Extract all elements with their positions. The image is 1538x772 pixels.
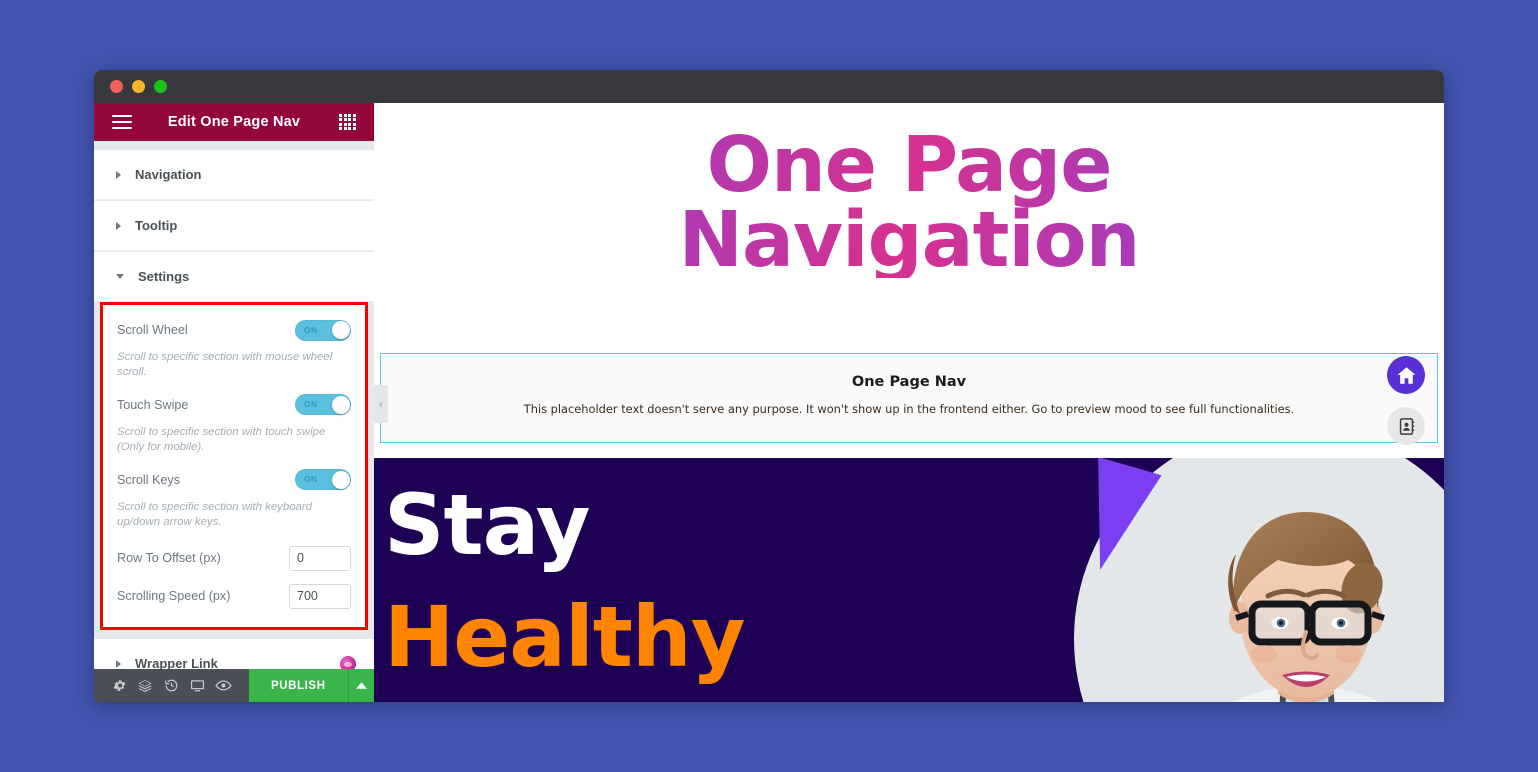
widgets-grid-icon[interactable] bbox=[339, 113, 356, 131]
section-settings[interactable]: Settings bbox=[94, 252, 374, 302]
window-titlebar bbox=[94, 70, 1444, 103]
hamburger-menu-icon[interactable] bbox=[112, 114, 132, 130]
doctor-photo-area bbox=[1046, 458, 1444, 702]
scroll-wheel-toggle[interactable]: ON bbox=[295, 319, 351, 341]
page-title-line-1: One Page bbox=[706, 121, 1112, 210]
widget-title: One Page Nav bbox=[851, 374, 967, 390]
pro-badge-icon[interactable] bbox=[340, 655, 356, 669]
panel-header: Edit One Page Nav bbox=[94, 103, 374, 141]
section-tooltip[interactable]: Tooltip bbox=[94, 201, 374, 251]
field-row-offset: Row To Offset (px) bbox=[117, 539, 351, 577]
chevron-right-icon bbox=[116, 659, 121, 668]
section-label: Navigation bbox=[135, 167, 202, 182]
control-scroll-keys: Scroll Keys ON bbox=[117, 465, 351, 495]
history-revisions-icon[interactable] bbox=[158, 669, 184, 702]
chevron-down-icon bbox=[116, 274, 124, 279]
touch-swipe-toggle[interactable]: ON bbox=[295, 394, 351, 416]
section-divider bbox=[94, 630, 374, 640]
nav-dot-home[interactable] bbox=[1387, 356, 1425, 394]
close-window-button[interactable] bbox=[110, 80, 123, 93]
toggle-knob bbox=[331, 395, 350, 414]
control-label: Touch Swipe bbox=[117, 397, 189, 412]
settings-gear-icon[interactable] bbox=[106, 669, 132, 702]
panel-title: Edit One Page Nav bbox=[167, 114, 301, 130]
panel-footer-toolbar: PUBLISH bbox=[94, 669, 374, 702]
panel-sections: Navigation Tooltip Settings Scroll Wheel bbox=[94, 141, 374, 669]
publish-button[interactable]: PUBLISH bbox=[248, 669, 348, 702]
section-label: Tooltip bbox=[135, 218, 178, 233]
control-description: Scroll to specific section with mouse wh… bbox=[117, 351, 333, 379]
publish-options-chevron-up-icon[interactable] bbox=[347, 669, 374, 702]
chevron-right-icon bbox=[116, 221, 121, 230]
section-label: Wrapper Link bbox=[135, 656, 218, 669]
toggle-state-label: ON bbox=[304, 325, 318, 335]
toggle-knob bbox=[331, 321, 350, 339]
scrolling-speed-input[interactable] bbox=[289, 583, 351, 609]
minimize-window-button[interactable] bbox=[132, 80, 145, 93]
panel-collapse-chevron-left-icon[interactable]: ‹ bbox=[374, 385, 388, 423]
field-label: Scrolling Speed (px) bbox=[117, 589, 231, 604]
home-icon bbox=[1397, 366, 1415, 384]
row-to-offset-input[interactable] bbox=[289, 545, 351, 571]
browser-window: Edit One Page Nav Navigation Tooltip Set… bbox=[94, 70, 1444, 702]
field-row-speed: Scrolling Speed (px) bbox=[117, 577, 351, 615]
scroll-keys-toggle[interactable]: ON bbox=[295, 469, 351, 491]
nav-dot-contact[interactable] bbox=[1387, 407, 1425, 445]
one-page-nav-dots bbox=[1387, 356, 1425, 445]
section-navigation[interactable]: Navigation bbox=[94, 150, 374, 200]
control-description: Scroll to specific section with touch sw… bbox=[117, 425, 326, 454]
section-label: Settings bbox=[138, 269, 190, 284]
hero-band-section: Stay Healthy With Us bbox=[374, 458, 1444, 702]
control-description: Scroll to specific section with keyboard… bbox=[117, 500, 312, 528]
section-divider bbox=[94, 141, 374, 150]
page-title-line-2: Navigation bbox=[678, 195, 1140, 285]
preview-eye-icon[interactable] bbox=[211, 669, 237, 702]
toggle-knob bbox=[331, 470, 350, 489]
elementor-panel: Edit One Page Nav Navigation Tooltip Set… bbox=[94, 103, 374, 702]
section-wrapper-link[interactable]: Wrapper Link bbox=[94, 639, 374, 669]
control-label: Scroll Wheel bbox=[117, 323, 188, 337]
one-page-nav-widget[interactable]: One Page Nav This placeholder text doesn… bbox=[380, 353, 1438, 445]
widget-placeholder-text: This placeholder text doesn't serve any … bbox=[523, 402, 1295, 416]
navigator-layers-icon[interactable] bbox=[132, 669, 158, 702]
toggle-state-label: ON bbox=[304, 400, 318, 410]
contact-card-icon bbox=[1399, 417, 1414, 435]
page-title: One Page Navigation bbox=[374, 103, 1444, 278]
chevron-right-icon bbox=[116, 170, 121, 179]
control-scroll-wheel: Scroll Wheel ON bbox=[117, 315, 351, 345]
doctor-portrait-image bbox=[1228, 512, 1385, 702]
control-touch-swipe: Touch Swipe ON bbox=[117, 390, 351, 420]
editor-canvas: ‹ One Page Navigation One Page Nav This … bbox=[374, 103, 1444, 702]
toggle-state-label: ON bbox=[304, 475, 318, 485]
maximize-window-button[interactable] bbox=[154, 80, 167, 93]
responsive-mode-icon[interactable] bbox=[185, 669, 211, 702]
control-label: Scroll Keys bbox=[117, 472, 180, 487]
field-label: Row To Offset (px) bbox=[117, 551, 221, 566]
settings-controls-group: Scroll Wheel ON Scroll to specific secti… bbox=[100, 302, 368, 631]
